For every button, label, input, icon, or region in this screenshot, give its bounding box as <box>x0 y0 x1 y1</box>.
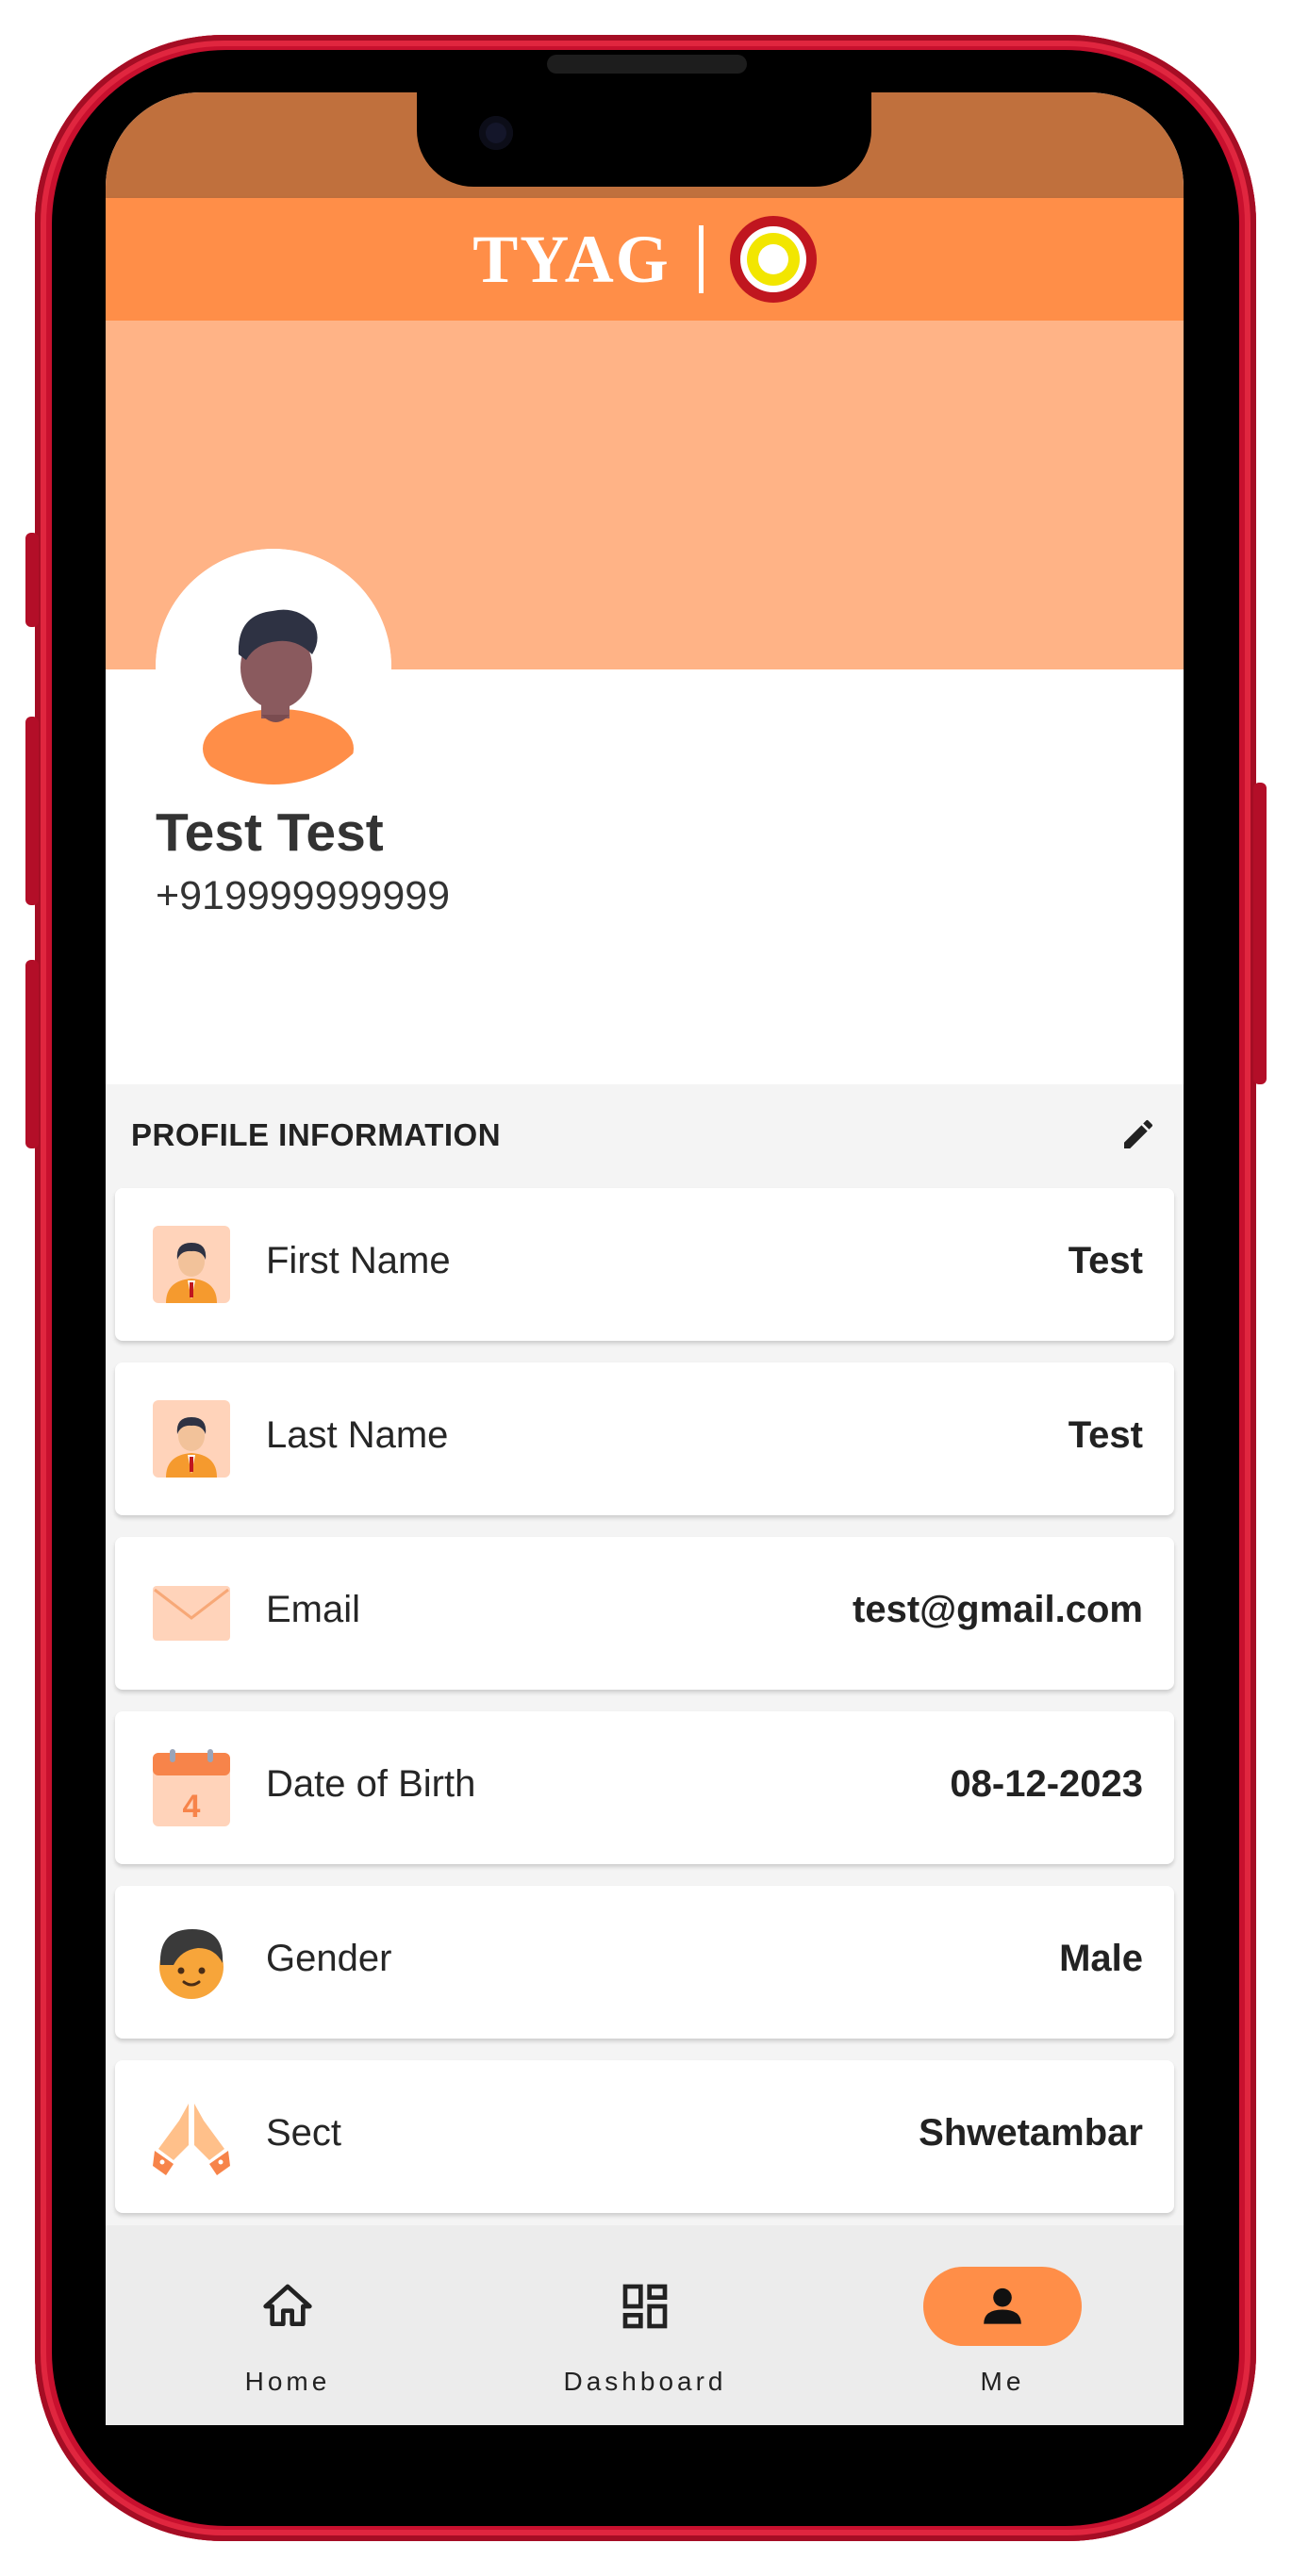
brand-name: TYAG <box>472 221 671 297</box>
app-screen: TYAG Test Test +919999999999 PROFILE INF… <box>106 92 1184 2425</box>
field-last-name[interactable]: Last Name Test <box>115 1362 1174 1515</box>
man-avatar-icon <box>156 549 391 784</box>
mute-switch <box>25 533 39 627</box>
profile-phone: +919999999999 <box>156 873 451 918</box>
field-gender[interactable]: Gender Male <box>115 1886 1174 2039</box>
man-avatar-icon <box>153 1400 230 1478</box>
front-camera <box>479 116 513 150</box>
field-label: Gender <box>266 1938 392 1979</box>
nav-label: Me <box>980 2367 1025 2396</box>
nav-label: Home <box>244 2367 331 2396</box>
home-icon <box>263 2284 312 2326</box>
boy-face-icon <box>159 1929 224 1999</box>
person-icon <box>984 2287 1021 2324</box>
nav-dashboard[interactable]: Dashboard <box>504 2225 787 2425</box>
field-value: Test <box>1068 1240 1143 1281</box>
calendar-icon: 4 <box>153 1749 230 1826</box>
field-label: Email <box>266 1589 361 1630</box>
pencil-icon <box>1124 1119 1153 1148</box>
section-title: PROFILE INFORMATION <box>131 1117 502 1152</box>
earpiece-speaker <box>547 55 747 74</box>
envelope-icon <box>153 1586 230 1641</box>
field-value: 08-12-2023 <box>950 1763 1143 1805</box>
field-value: test@gmail.com <box>853 1589 1143 1630</box>
notch <box>417 92 871 187</box>
brand-separator <box>698 225 704 293</box>
edit-profile-button[interactable] <box>1115 1111 1162 1158</box>
profile-avatar[interactable] <box>156 549 391 784</box>
field-label: First Name <box>266 1240 451 1281</box>
app-header: TYAG <box>106 198 1184 321</box>
folded-hands-icon <box>153 2104 230 2175</box>
dashboard-icon <box>622 2284 668 2329</box>
field-date-of-birth[interactable]: 4 Date of Birth 08-12-2023 <box>115 1711 1174 1864</box>
nav-label: Dashboard <box>563 2367 727 2396</box>
field-first-name[interactable]: First Name Test <box>115 1188 1174 1341</box>
field-email[interactable]: Email test@gmail.com <box>115 1537 1174 1690</box>
svg-text:4: 4 <box>183 1789 201 1825</box>
field-value: Shwetambar <box>919 2112 1143 2154</box>
bottom-navigation: Home Dashboard Me <box>106 2225 1184 2425</box>
field-label: Date of Birth <box>266 1763 476 1805</box>
profile-information-section: PROFILE INFORMATION First Name Test Last… <box>106 1084 1184 2329</box>
nav-me[interactable]: Me <box>861 2225 1144 2425</box>
field-sect[interactable]: Sect Shwetambar <box>115 2060 1174 2213</box>
nav-home[interactable]: Home <box>146 2225 429 2425</box>
profile-name: Test Test <box>156 802 384 863</box>
field-value: Male <box>1059 1938 1143 1979</box>
volume-up-button <box>25 717 39 905</box>
man-avatar-icon <box>153 1226 230 1303</box>
field-label: Sect <box>266 2112 342 2154</box>
field-label: Last Name <box>266 1414 449 1456</box>
power-button <box>1253 783 1267 1084</box>
brand-logo-icon <box>729 216 817 303</box>
screen-edge <box>106 2425 1184 2428</box>
volume-down-button <box>25 960 39 1148</box>
field-value: Test <box>1068 1414 1143 1456</box>
